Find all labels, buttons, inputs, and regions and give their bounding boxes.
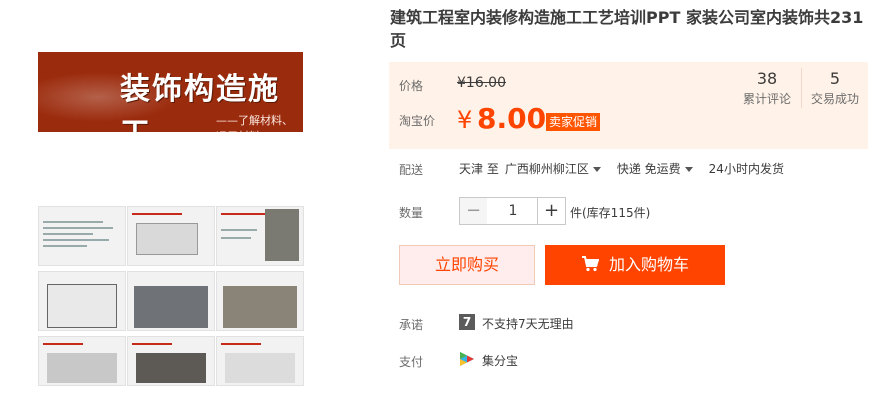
- slide-thumbnail[interactable]: [216, 271, 304, 331]
- quantity-label: 数量: [399, 206, 424, 220]
- banner-subtitle: ——了解材料、运用材料: [216, 114, 293, 132]
- currency-symbol: ¥: [457, 106, 473, 134]
- add-to-cart-label: 加入购物车: [608, 255, 689, 274]
- payment-method[interactable]: 集分宝: [482, 352, 518, 369]
- delivery-from: 天津 至: [459, 162, 499, 176]
- increase-quantity-button[interactable]: +: [537, 197, 566, 225]
- price-panel: 价格 ¥16.00 淘宝价 ¥ 8.00 卖家促销 38 累计评论 5 交易成功: [389, 62, 868, 149]
- ship-time: 24小时内发货: [708, 162, 784, 176]
- chevron-down-icon: [684, 167, 693, 172]
- original-price: ¥16.00: [457, 75, 506, 91]
- taobao-price-label: 淘宝价: [399, 114, 436, 128]
- slide-thumbnail[interactable]: [38, 271, 126, 331]
- stock-info: 件(库存115件): [570, 206, 651, 220]
- slide-thumbnail[interactable]: [38, 336, 126, 386]
- product-gallery: 装饰构造施工 ——了解材料、运用材料: [0, 0, 340, 403]
- seven-day-icon: 7: [459, 314, 475, 330]
- delivery-label: 配送: [399, 163, 424, 177]
- add-to-cart-button[interactable]: 加入购物车: [545, 245, 725, 285]
- buy-now-button[interactable]: 立即购买: [399, 245, 535, 285]
- slide-thumbnail[interactable]: [216, 206, 304, 266]
- slide-thumbnail[interactable]: [216, 336, 304, 386]
- reviews-stat[interactable]: 38 累计评论: [734, 68, 800, 108]
- quantity-input[interactable]: 1: [487, 197, 539, 225]
- payment-label: 支付: [399, 355, 424, 369]
- sales-count: 5: [829, 69, 841, 88]
- product-title: 建筑工程室内装修构造施工工艺培训PPT 家装公司室内装饰共231页: [390, 8, 864, 50]
- promo-badge: 卖家促销: [546, 113, 601, 131]
- promise-text[interactable]: 不支持7天无理由: [482, 315, 574, 332]
- slide-thumbnail[interactable]: [38, 206, 126, 266]
- decrease-quantity-button[interactable]: −: [459, 197, 488, 225]
- main-product-image[interactable]: 装饰构造施工 ——了解材料、运用材料: [38, 52, 303, 132]
- slide-thumbnail[interactable]: [127, 336, 215, 386]
- delivery-destination[interactable]: 广西柳州柳江区: [505, 160, 611, 177]
- slide-thumbnail[interactable]: [127, 206, 215, 266]
- chevron-down-icon: [592, 167, 601, 172]
- promise-label: 承诺: [399, 318, 424, 332]
- delivery-method[interactable]: 快递 免运费: [617, 160, 703, 177]
- cart-icon: [581, 256, 599, 272]
- delivery-row: 天津 至广西柳州柳江区 快递 免运费 24小时内发货: [459, 160, 790, 177]
- sales-stat[interactable]: 5 交易成功: [801, 68, 868, 108]
- price-label: 价格: [399, 79, 424, 93]
- sales-label: 交易成功: [810, 92, 859, 106]
- reviews-count: 38: [756, 69, 778, 88]
- slide-thumbnail[interactable]: [127, 271, 215, 331]
- reviews-label: 累计评论: [742, 92, 791, 106]
- slide-thumbnails: [38, 206, 304, 386]
- jifenbao-icon: [460, 352, 474, 366]
- sale-price: 8.00: [477, 102, 547, 135]
